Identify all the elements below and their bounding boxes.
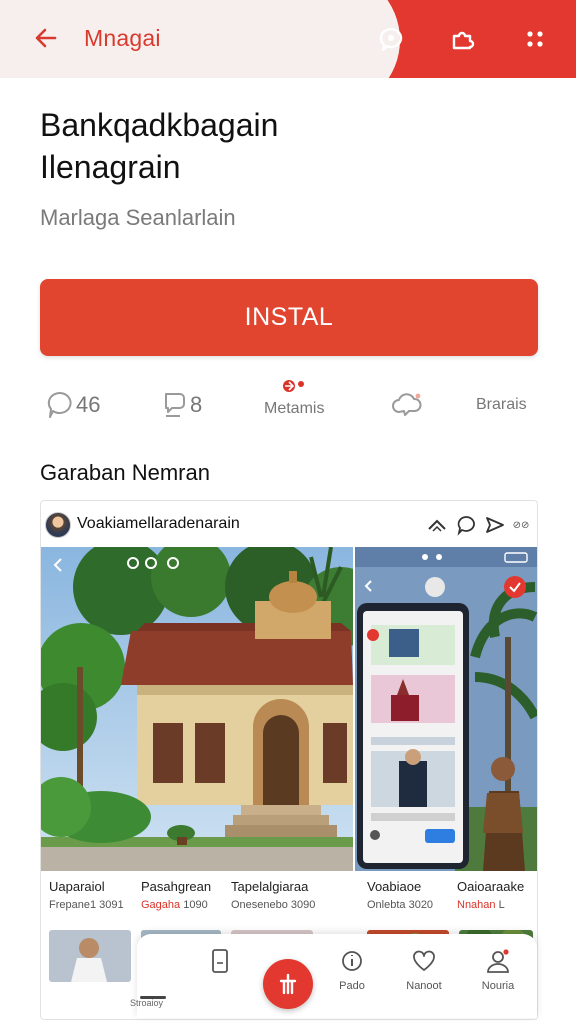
- add-button[interactable]: [263, 959, 313, 1009]
- cloud-heart-icon: [392, 393, 422, 416]
- app-name-line-1: Bankqadkbagain: [40, 107, 279, 143]
- back-button[interactable]: [28, 20, 64, 56]
- reviews-stat[interactable]: 8: [162, 380, 202, 430]
- send-icon: [486, 517, 504, 533]
- add-icon: [279, 973, 297, 995]
- screenshot-captions: Uaparaiol Frepane1 3091 Pasahgrean Gagah…: [41, 879, 537, 927]
- app-name-line-2: Ilenagrain: [40, 149, 181, 185]
- badge-stat[interactable]: Brarais: [476, 380, 527, 430]
- speech-bubble-icon: [47, 391, 72, 418]
- phone-icon: [212, 949, 228, 973]
- heart-icon: [413, 950, 435, 971]
- nav-item-info[interactable]: Pado: [327, 948, 377, 992]
- card-header: Voakiamellaradenarain ⊘⊘: [41, 501, 537, 547]
- caption-5[interactable]: Oaioaraake Nnahan L: [457, 879, 524, 911]
- more-dots-icon: [527, 31, 543, 47]
- thumbnail-1[interactable]: [49, 930, 131, 982]
- category-stat[interactable]: Metamis: [264, 376, 324, 426]
- rating-stat[interactable]: 46: [46, 380, 100, 430]
- badge-label: Brarais: [476, 396, 527, 413]
- publisher-name[interactable]: Marlaga Seanlarlain: [40, 205, 236, 231]
- puzzle-icon: [452, 31, 475, 50]
- reviews-value: 8: [190, 392, 203, 417]
- share-button[interactable]: [425, 513, 449, 537]
- more-options-button[interactable]: [516, 20, 554, 58]
- bottom-navigation: Pado Nanoot Nouria: [137, 934, 537, 1018]
- nav-item-profile[interactable]: Nouria: [473, 948, 523, 992]
- install-button[interactable]: INSTAL: [40, 279, 538, 356]
- extensions-button[interactable]: [444, 20, 482, 58]
- house-illustration: [41, 547, 353, 871]
- page-title: Mnagai: [84, 25, 161, 51]
- caption-1[interactable]: Uaparaiol Frepane1 3091: [49, 879, 124, 911]
- comment-icon: [165, 393, 185, 417]
- screenshot-image-1[interactable]: [41, 547, 353, 871]
- cloud-stat[interactable]: [390, 380, 426, 430]
- chat-button[interactable]: [372, 20, 410, 58]
- card-title: Voakiamellaradenarain: [77, 515, 240, 532]
- caption-3[interactable]: Tapelalgiaraa Onesenebo 3090: [231, 879, 315, 911]
- chat-icon: [457, 516, 475, 536]
- category-dot-icon: [283, 380, 305, 392]
- caption-2[interactable]: Pasahgrean Gagaha 1090: [141, 879, 211, 911]
- bottom-caption: Stroaioy: [130, 998, 164, 1008]
- back-arrow-icon: [35, 28, 57, 48]
- status-indicator: ⊘⊘: [512, 519, 530, 531]
- info-icon: [342, 951, 362, 971]
- caption-4[interactable]: Voabiaoe Onlebta 3020: [367, 879, 433, 911]
- category-label: Metamis: [264, 400, 325, 417]
- chevron-up-icon: [428, 519, 446, 532]
- thumbnail-person-image: [71, 938, 107, 982]
- send-button[interactable]: [483, 513, 507, 537]
- nav-item-phone[interactable]: [195, 948, 245, 980]
- bubble-button[interactable]: [455, 513, 479, 537]
- profile-icon: [487, 949, 509, 973]
- screenshots-section-title: Garaban Nemran: [40, 460, 210, 485]
- chat-bubble-icon: [379, 27, 403, 52]
- avatar[interactable]: [45, 512, 71, 538]
- app-name: Bankqadkbagain Ilenagrain: [40, 104, 520, 188]
- nav-item-favorites[interactable]: Nanoot: [399, 948, 449, 992]
- phone-illustration: [355, 547, 537, 871]
- screenshot-image-2[interactable]: [355, 547, 537, 871]
- rating-value: 46: [76, 392, 101, 417]
- top-app-bar: Mnagai: [0, 0, 576, 78]
